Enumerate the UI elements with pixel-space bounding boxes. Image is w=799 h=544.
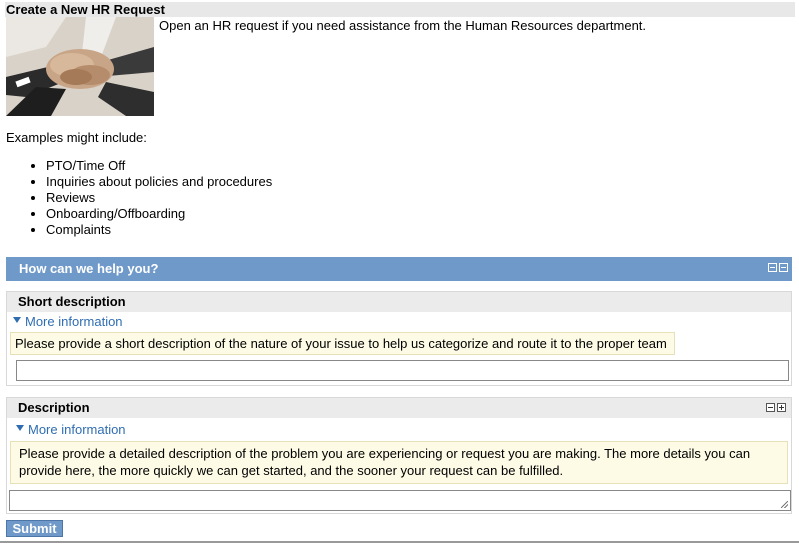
more-information-toggle[interactable]: More information	[7, 421, 791, 438]
description-label: Description	[18, 400, 90, 415]
description-hint: Please provide a detailed description of…	[10, 441, 788, 484]
list-item: Inquiries about policies and procedures	[46, 174, 272, 190]
list-item: PTO/Time Off	[46, 158, 272, 174]
collapse-icon[interactable]	[766, 403, 775, 412]
hero-image	[6, 17, 154, 116]
list-item: Reviews	[46, 190, 272, 206]
examples-label: Examples might include:	[6, 130, 147, 145]
more-information-link[interactable]: More information	[25, 313, 123, 330]
description-textarea[interactable]	[9, 490, 791, 511]
help-section-header: How can we help you?	[6, 257, 792, 281]
collapse-icon[interactable]	[779, 263, 788, 272]
help-section-title: How can we help you?	[19, 261, 159, 276]
page-title: Create a New HR Request	[5, 2, 795, 17]
list-item: Complaints	[46, 222, 272, 238]
expand-icon[interactable]	[777, 403, 786, 412]
short-description-label: Short description	[7, 292, 791, 312]
short-description-section: Short description More information Pleas…	[6, 291, 792, 386]
more-information-link[interactable]: More information	[28, 421, 126, 438]
submit-button[interactable]: Submit	[6, 520, 63, 537]
divider	[0, 541, 799, 543]
more-information-toggle[interactable]: More information	[7, 313, 791, 330]
minimize-icon[interactable]	[768, 263, 777, 272]
triangle-down-icon	[16, 425, 24, 431]
triangle-down-icon	[13, 317, 21, 323]
short-description-hint: Please provide a short description of th…	[10, 332, 675, 355]
description-section: Description More information Please prov…	[6, 397, 792, 514]
list-item: Onboarding/Offboarding	[46, 206, 272, 222]
examples-list: PTO/Time Off Inquiries about policies an…	[6, 158, 272, 238]
intro-text: Open an HR request if you need assistanc…	[159, 18, 647, 33]
resize-handle-icon[interactable]	[781, 501, 788, 508]
short-description-input[interactable]	[16, 360, 789, 381]
